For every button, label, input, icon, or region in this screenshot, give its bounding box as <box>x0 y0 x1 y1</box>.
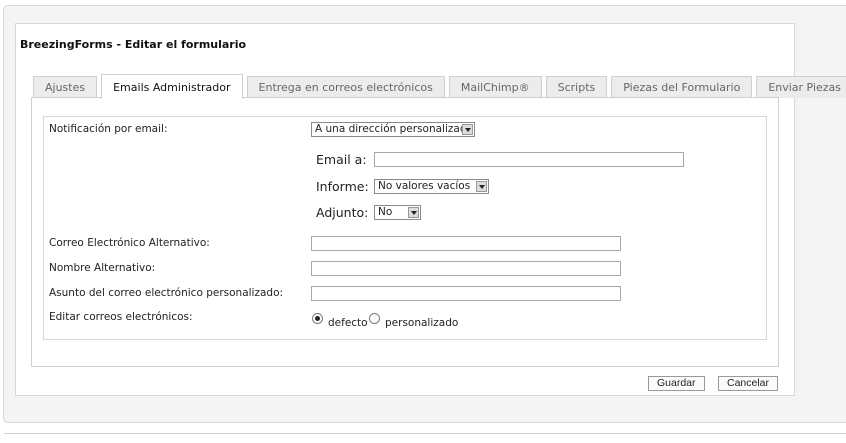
chevron-down-icon <box>476 181 487 192</box>
report-label: Informe: <box>316 179 369 194</box>
notification-select[interactable]: A una dirección personalizada <box>311 122 475 137</box>
edit-emails-label: Editar correos electrónicos: <box>49 311 193 323</box>
form-editor-panel: BreezingForms - Editar el formulario Aju… <box>15 23 846 396</box>
save-button[interactable]: Guardar <box>648 376 705 391</box>
tab-emails-administrador[interactable]: Emails Administrador <box>101 74 243 99</box>
alt-email-label: Correo Electrónico Alternativo: <box>49 237 210 249</box>
custom-subject-label: Asunto del correo electrónico personaliz… <box>49 287 284 299</box>
attachment-label: Adjunto: <box>316 205 369 220</box>
chevron-down-icon <box>408 207 419 218</box>
tab-mailchimp[interactable]: MailChimp® <box>448 76 542 98</box>
tab-piezas-formulario[interactable]: Piezas del Formulario <box>611 76 753 98</box>
tab-content: Notificación por email: A una dirección … <box>31 97 779 367</box>
tab-bar: Ajustes Emails Administrador Entrega en … <box>33 74 846 99</box>
radio-defecto[interactable] <box>312 313 323 324</box>
attachment-select-value: No <box>378 206 393 218</box>
tab-scripts[interactable]: Scripts <box>545 76 608 98</box>
notification-label: Notificación por email: <box>49 123 168 135</box>
notification-select-value: A una dirección personalizada <box>315 123 473 135</box>
radio-defecto-label: defecto <box>328 317 368 329</box>
cancel-button[interactable]: Cancelar <box>718 376 779 391</box>
report-select[interactable]: No valores vacíos <box>374 179 489 194</box>
report-select-value: No valores vacíos <box>378 180 471 192</box>
tab-ajustes[interactable]: Ajustes <box>33 76 98 98</box>
page-title: BreezingForms - Editar el formulario <box>20 38 247 51</box>
attachment-select[interactable]: No <box>374 205 421 220</box>
footer-divider <box>4 433 846 434</box>
email-settings-box: Notificación por email: A una dirección … <box>43 116 767 340</box>
tab-enviar-piezas[interactable]: Enviar Piezas <box>756 76 846 98</box>
radio-personalizado[interactable] <box>369 313 380 324</box>
alt-name-input[interactable] <box>311 261 621 276</box>
alt-name-label: Nombre Alternativo: <box>49 262 156 274</box>
alt-email-input[interactable] <box>311 236 621 251</box>
custom-subject-input[interactable] <box>311 286 621 301</box>
email-to-label: Email a: <box>316 152 367 167</box>
tab-entrega-correos[interactable]: Entrega en correos electrónicos <box>246 76 445 98</box>
radio-personalizado-label: personalizado <box>385 317 459 329</box>
chevron-down-icon <box>462 124 473 135</box>
email-to-input[interactable] <box>374 152 684 167</box>
